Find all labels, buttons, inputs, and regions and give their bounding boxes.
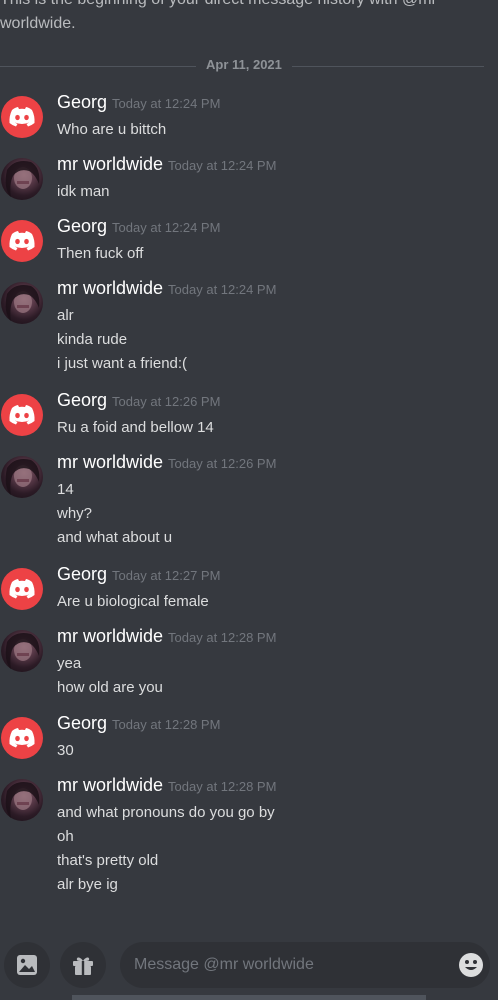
discord-logo-icon[interactable] — [1, 394, 43, 436]
message-header: Georg Today at 12:24 PM — [57, 92, 220, 113]
message-text: i just want a friend:( — [57, 355, 188, 372]
message-text: how old are you — [57, 679, 163, 696]
message-text: and what about u — [57, 529, 173, 546]
message-timestamp: Today at 12:26 PM — [112, 394, 221, 409]
message-header: mr worldwide Today at 12:24 PM — [57, 278, 276, 299]
author-name[interactable]: Georg — [57, 564, 107, 584]
user-avatar[interactable] — [1, 158, 43, 200]
author-name[interactable]: mr worldwide — [57, 154, 163, 174]
author-name[interactable]: Georg — [57, 92, 107, 112]
message-text: Ru a foid and bellow 14 — [57, 419, 214, 436]
message-header: Georg Today at 12:24 PM — [57, 216, 220, 237]
author-name[interactable]: mr worldwide — [57, 775, 163, 795]
date-divider-label: Apr 11, 2021 — [196, 57, 292, 72]
gift-button[interactable] — [60, 942, 106, 988]
message-timestamp: Today at 12:28 PM — [168, 779, 277, 794]
message-input-placeholder: Message @mr worldwide — [134, 956, 314, 973]
message-header: mr worldwide Today at 12:28 PM — [57, 775, 276, 796]
message-timestamp: Today at 12:24 PM — [112, 220, 221, 235]
message-text: idk man — [57, 183, 110, 200]
message-timestamp: Today at 12:27 PM — [112, 568, 221, 583]
image-icon — [17, 955, 37, 975]
message-timestamp: Today at 12:28 PM — [112, 717, 221, 732]
user-avatar[interactable] — [1, 456, 43, 498]
gift-icon — [73, 957, 93, 975]
user-avatar[interactable] — [1, 282, 43, 324]
author-name[interactable]: mr worldwide — [57, 626, 163, 646]
message-text: alr bye ig — [57, 876, 118, 893]
message-header: mr worldwide Today at 12:26 PM — [57, 452, 276, 473]
message-text: alr — [57, 307, 74, 324]
message-text: 14 — [57, 481, 74, 498]
message-text: Are u biological female — [57, 593, 209, 610]
message-text: that's pretty old — [57, 852, 159, 869]
message-header: Georg Today at 12:28 PM — [57, 713, 220, 734]
discord-logo-icon[interactable] — [1, 96, 43, 138]
dm-intro-text: This is the beginning of your direct mes… — [0, 0, 437, 32]
message-composer: Message @mr worldwide — [0, 935, 498, 1000]
message-timestamp: Today at 12:26 PM — [168, 456, 277, 471]
message-input[interactable]: Message @mr worldwide — [120, 942, 490, 988]
discord-logo-icon[interactable] — [1, 717, 43, 759]
message-text: yea — [57, 655, 82, 672]
message-header: Georg Today at 12:26 PM — [57, 390, 220, 411]
attach-image-button[interactable] — [4, 942, 50, 988]
message-header: Georg Today at 12:27 PM — [57, 564, 220, 585]
message-text: oh — [57, 828, 74, 845]
message-text: kinda rude — [57, 331, 128, 348]
emoji-button[interactable] — [458, 952, 484, 978]
author-name[interactable]: Georg — [57, 390, 107, 410]
discord-logo-icon[interactable] — [1, 220, 43, 262]
emoji-icon — [459, 953, 483, 977]
message-text: and what pronouns do you go by — [57, 804, 275, 821]
message-header: mr worldwide Today at 12:28 PM — [57, 626, 276, 647]
message-header: mr worldwide Today at 12:24 PM — [57, 154, 276, 175]
message-timestamp: Today at 12:24 PM — [112, 96, 221, 111]
author-name[interactable]: mr worldwide — [57, 452, 163, 472]
message-timestamp: Today at 12:24 PM — [168, 282, 277, 297]
author-name[interactable]: Georg — [57, 216, 107, 236]
discord-logo-icon[interactable] — [1, 568, 43, 610]
user-avatar[interactable] — [1, 630, 43, 672]
message-text: why? — [57, 505, 93, 522]
message-timestamp: Today at 12:24 PM — [168, 158, 277, 173]
message-timestamp: Today at 12:28 PM — [168, 630, 277, 645]
user-avatar[interactable] — [1, 779, 43, 821]
message-text: Who are u bittch — [57, 121, 167, 138]
bottom-scroll-indicator — [72, 995, 426, 1000]
author-name[interactable]: mr worldwide — [57, 278, 163, 298]
author-name[interactable]: Georg — [57, 713, 107, 733]
message-text: 30 — [57, 742, 74, 759]
message-text: Then fuck off — [57, 245, 144, 262]
